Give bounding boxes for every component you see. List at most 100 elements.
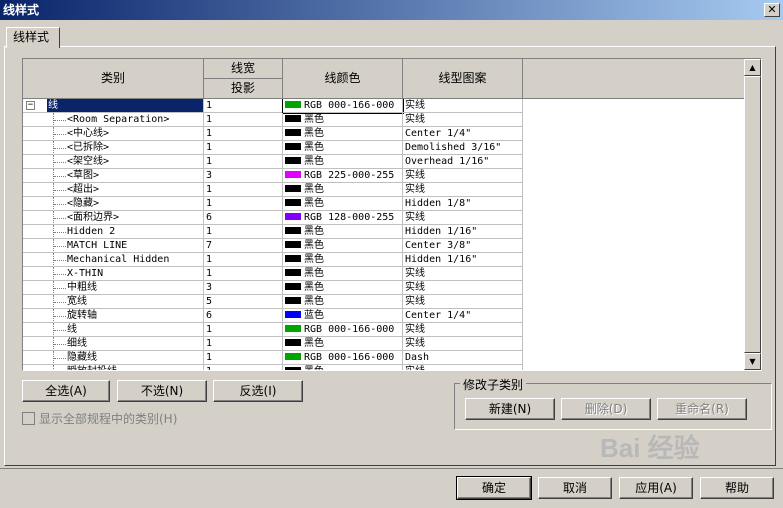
color-cell[interactable]: 黑色 bbox=[283, 197, 403, 211]
color-cell[interactable]: RGB 225-000-255 bbox=[283, 169, 403, 183]
weight-cell[interactable]: 1 bbox=[204, 197, 283, 211]
pattern-cell[interactable]: 实线 bbox=[403, 323, 523, 337]
tab-line-styles[interactable]: 线样式 bbox=[6, 27, 60, 48]
category-cell[interactable]: <超出> bbox=[23, 183, 204, 197]
table-row-root[interactable]: − 线 1 RGB 000-166-000 实线 bbox=[23, 99, 523, 114]
weight-cell[interactable]: 1 bbox=[204, 323, 283, 337]
root-category-cell[interactable]: − 线 bbox=[23, 99, 204, 113]
category-cell[interactable]: MATCH LINE bbox=[23, 239, 204, 253]
category-cell[interactable]: 中粗线 bbox=[23, 281, 204, 295]
pattern-cell[interactable]: 实线 bbox=[403, 365, 523, 370]
header-line-weight[interactable]: 线宽 bbox=[204, 59, 283, 79]
category-cell[interactable]: <已拆除> bbox=[23, 141, 204, 155]
weight-cell[interactable]: 1 bbox=[204, 127, 283, 141]
table-row[interactable]: Hidden 2 1 黑色 Hidden 1/16" bbox=[23, 225, 523, 239]
color-cell[interactable]: 蓝色 bbox=[283, 309, 403, 323]
category-cell[interactable]: <中心线> bbox=[23, 127, 204, 141]
category-cell[interactable]: 线 bbox=[23, 323, 204, 337]
weight-cell[interactable]: 5 bbox=[204, 295, 283, 309]
pattern-cell[interactable]: 实线 bbox=[403, 337, 523, 351]
table-row[interactable]: 细线 1 黑色 实线 bbox=[23, 337, 523, 351]
table-row[interactable]: 隐藏线 1 RGB 000-166-000 Dash bbox=[23, 351, 523, 365]
header-category[interactable]: 类别 bbox=[23, 59, 204, 99]
table-row[interactable]: <已拆除> 1 黑色 Demolished 3/16" bbox=[23, 141, 523, 155]
root-color-cell[interactable]: RGB 000-166-000 bbox=[282, 99, 404, 114]
weight-cell[interactable]: 1 bbox=[204, 351, 283, 365]
select-none-button[interactable]: 不选(N) bbox=[117, 380, 207, 402]
color-cell[interactable]: 黑色 bbox=[283, 253, 403, 267]
table-row[interactable]: 瞬放封投线 1 黑色 实线 bbox=[23, 365, 523, 370]
pattern-cell[interactable]: Hidden 1/16" bbox=[403, 225, 523, 239]
weight-cell[interactable]: 6 bbox=[204, 211, 283, 225]
close-button[interactable]: ✕ bbox=[764, 3, 780, 17]
color-cell[interactable]: 黑色 bbox=[283, 295, 403, 309]
table-row[interactable]: <面积边界> 6 RGB 128-000-255 实线 bbox=[23, 211, 523, 225]
color-cell[interactable]: 黑色 bbox=[283, 155, 403, 169]
pattern-cell[interactable]: Center 1/4" bbox=[403, 309, 523, 323]
root-weight-cell[interactable]: 1 bbox=[204, 99, 283, 113]
header-line-pattern[interactable]: 线型图案 bbox=[403, 59, 523, 99]
category-cell[interactable]: 宽线 bbox=[23, 295, 204, 309]
weight-cell[interactable]: 3 bbox=[204, 169, 283, 183]
category-cell[interactable]: Mechanical Hidden bbox=[23, 253, 204, 267]
vertical-scrollbar[interactable]: ▲ ▼ bbox=[744, 59, 761, 370]
color-cell[interactable]: 黑色 bbox=[283, 141, 403, 155]
apply-button[interactable]: 应用(A) bbox=[619, 477, 693, 499]
weight-cell[interactable]: 7 bbox=[204, 239, 283, 253]
invert-selection-button[interactable]: 反选(I) bbox=[213, 380, 303, 402]
header-line-color[interactable]: 线颜色 bbox=[283, 59, 403, 99]
pattern-cell[interactable]: 实线 bbox=[403, 211, 523, 225]
category-cell[interactable]: Hidden 2 bbox=[23, 225, 204, 239]
color-cell[interactable]: 黑色 bbox=[283, 127, 403, 141]
table-row[interactable]: 旋转轴 6 蓝色 Center 1/4" bbox=[23, 309, 523, 323]
help-button[interactable]: 帮助 bbox=[700, 477, 774, 499]
category-cell[interactable]: 隐藏线 bbox=[23, 351, 204, 365]
pattern-cell[interactable]: 实线 bbox=[403, 267, 523, 281]
table-row[interactable]: 线 1 RGB 000-166-000 实线 bbox=[23, 323, 523, 337]
color-cell[interactable]: 黑色 bbox=[283, 239, 403, 253]
weight-cell[interactable]: 1 bbox=[204, 225, 283, 239]
table-row[interactable]: 宽线 5 黑色 实线 bbox=[23, 295, 523, 309]
category-cell[interactable]: <面积边界> bbox=[23, 211, 204, 225]
color-cell[interactable]: 黑色 bbox=[283, 183, 403, 197]
weight-cell[interactable]: 1 bbox=[204, 155, 283, 169]
cancel-button[interactable]: 取消 bbox=[538, 477, 612, 499]
ok-button[interactable]: 确定 bbox=[456, 476, 532, 500]
pattern-cell[interactable]: Demolished 3/16" bbox=[403, 141, 523, 155]
color-cell[interactable]: RGB 000-166-000 bbox=[283, 351, 403, 365]
pattern-cell[interactable]: 实线 bbox=[403, 113, 523, 127]
pattern-cell[interactable]: 实线 bbox=[403, 169, 523, 183]
rename-subcategory-button[interactable]: 重命名(R) bbox=[657, 398, 747, 420]
pattern-cell[interactable]: 实线 bbox=[403, 295, 523, 309]
new-subcategory-button[interactable]: 新建(N) bbox=[465, 398, 555, 420]
weight-cell[interactable]: 1 bbox=[204, 141, 283, 155]
weight-cell[interactable]: 6 bbox=[204, 309, 283, 323]
color-cell[interactable]: 黑色 bbox=[283, 225, 403, 239]
weight-cell[interactable]: 1 bbox=[204, 365, 283, 370]
pattern-cell[interactable]: Dash bbox=[403, 351, 523, 365]
weight-cell[interactable]: 1 bbox=[204, 253, 283, 267]
category-cell[interactable]: 旋转轴 bbox=[23, 309, 204, 323]
scroll-up-button[interactable]: ▲ bbox=[744, 59, 761, 76]
color-cell[interactable]: 黑色 bbox=[283, 281, 403, 295]
category-cell[interactable]: <Room Separation> bbox=[23, 113, 204, 127]
table-row[interactable]: X-THIN 1 黑色 实线 bbox=[23, 267, 523, 281]
header-projection[interactable]: 投影 bbox=[204, 79, 283, 99]
select-all-button[interactable]: 全选(A) bbox=[22, 380, 110, 402]
table-row[interactable]: <超出> 1 黑色 实线 bbox=[23, 183, 523, 197]
table-row[interactable]: <草图> 3 RGB 225-000-255 实线 bbox=[23, 169, 523, 183]
table-row[interactable]: <架空线> 1 黑色 Overhead 1/16" bbox=[23, 155, 523, 169]
category-cell[interactable]: 细线 bbox=[23, 337, 204, 351]
table-row[interactable]: <中心线> 1 黑色 Center 1/4" bbox=[23, 127, 523, 141]
pattern-cell[interactable]: Center 3/8" bbox=[403, 239, 523, 253]
scroll-down-button[interactable]: ▼ bbox=[744, 353, 761, 370]
table-row[interactable]: <Room Separation> 1 黑色 实线 bbox=[23, 113, 523, 127]
table-row[interactable]: <隐藏> 1 黑色 Hidden 1/8" bbox=[23, 197, 523, 211]
color-cell[interactable]: RGB 128-000-255 bbox=[283, 211, 403, 225]
category-cell[interactable]: 瞬放封投线 bbox=[23, 365, 204, 370]
collapse-icon[interactable]: − bbox=[26, 101, 35, 110]
color-cell[interactable]: 黑色 bbox=[283, 113, 403, 127]
weight-cell[interactable]: 1 bbox=[204, 267, 283, 281]
pattern-cell[interactable]: Hidden 1/8" bbox=[403, 197, 523, 211]
weight-cell[interactable]: 3 bbox=[204, 281, 283, 295]
